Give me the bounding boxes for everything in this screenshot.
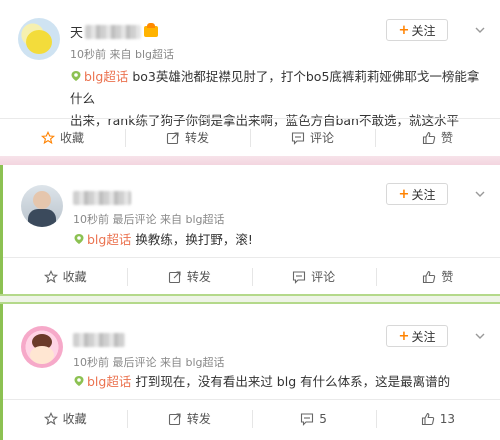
like-label: 赞 xyxy=(441,270,454,284)
star-icon xyxy=(43,269,58,283)
topic-label: blg超话 xyxy=(84,69,129,84)
comment-button[interactable]: 评论 xyxy=(250,119,375,156)
follow-label: 关注 xyxy=(411,329,436,344)
weibo-feed: 天 10秒前 来自 blg超话 + 关注 blg超话 bo3英雄池都捉襟见肘了，… xyxy=(0,0,500,440)
post-time[interactable]: 10秒前 xyxy=(70,48,106,61)
post-content: blg超话 换教练，换打野，滚! xyxy=(73,229,482,251)
post-time[interactable]: 10秒前 xyxy=(73,213,109,226)
post-meta: 10秒前 最后评论 来自 blg超话 xyxy=(73,354,225,370)
comment-icon xyxy=(293,270,306,284)
plus-icon: + xyxy=(398,186,410,202)
chevron-down-icon[interactable] xyxy=(474,24,486,36)
comment-count: 5 xyxy=(319,411,327,426)
repost-icon xyxy=(168,270,181,283)
plus-icon: + xyxy=(398,328,410,344)
avatar[interactable] xyxy=(21,185,63,227)
follow-button[interactable]: + 关注 xyxy=(386,19,448,41)
vip-crown-icon xyxy=(144,23,159,37)
follow-label: 关注 xyxy=(411,187,436,202)
repost-icon xyxy=(168,412,181,425)
follow-button[interactable]: + 关注 xyxy=(386,183,448,205)
repost-label: 转发 xyxy=(186,270,211,284)
action-bar: 收藏 转发 评论 赞 xyxy=(3,257,500,295)
star-icon xyxy=(43,411,58,425)
post-card: 10秒前 最后评论 来自 blg超话 + 关注 blg超话 打到现在，没有看出来… xyxy=(0,304,500,440)
action-bar: 收藏 转发 5 13 xyxy=(3,399,500,437)
thumbs-up-icon xyxy=(421,412,434,425)
divider xyxy=(0,156,500,165)
comment-icon xyxy=(301,412,314,426)
post-time[interactable]: 10秒前 xyxy=(73,356,109,369)
topic-link[interactable]: blg超话 xyxy=(73,232,135,247)
repost-button[interactable]: 转发 xyxy=(127,400,251,437)
username-blurred xyxy=(73,332,125,347)
topic-icon xyxy=(74,234,84,244)
repost-label: 转发 xyxy=(184,131,209,145)
post-text-line1: bo3英雄池都捉襟见肘了，打个bo5底裤莉莉娅佛耶戈一榜能拿什么 xyxy=(70,69,480,106)
like-button[interactable]: 赞 xyxy=(375,119,500,156)
topic-label: blg超话 xyxy=(87,232,132,247)
username[interactable] xyxy=(73,332,125,347)
follow-button[interactable]: + 关注 xyxy=(386,325,448,347)
username[interactable]: 天 xyxy=(70,22,159,41)
topic-icon xyxy=(71,71,81,81)
username-text: 天 xyxy=(70,26,84,41)
like-count: 13 xyxy=(439,411,456,426)
collect-button[interactable]: 收藏 xyxy=(3,400,127,437)
post-source[interactable]: 来自 blg超话 xyxy=(110,48,175,61)
action-bar: 收藏 转发 评论 赞 xyxy=(0,118,500,156)
collect-label: 收藏 xyxy=(59,131,84,145)
like-label: 赞 xyxy=(440,131,453,145)
chevron-down-icon[interactable] xyxy=(474,188,486,200)
topic-label: blg超话 xyxy=(87,374,132,389)
like-button[interactable]: 赞 xyxy=(375,258,500,295)
username-blurred xyxy=(73,190,131,205)
post-source[interactable]: 最后评论 来自 blg超话 xyxy=(113,356,225,369)
topic-link[interactable]: blg超话 xyxy=(73,374,135,389)
like-button[interactable]: 13 xyxy=(375,400,500,437)
comment-button[interactable]: 5 xyxy=(251,400,376,437)
thumbs-up-icon xyxy=(422,131,436,144)
repost-button[interactable]: 转发 xyxy=(125,119,250,156)
topic-icon xyxy=(74,376,84,386)
comment-label: 评论 xyxy=(311,270,336,284)
plus-icon: + xyxy=(398,22,410,38)
collect-label: 收藏 xyxy=(62,412,87,426)
post-meta: 10秒前 来自 blg超话 xyxy=(70,46,174,62)
avatar[interactable] xyxy=(21,326,63,368)
comment-icon xyxy=(291,131,305,145)
post-source[interactable]: 最后评论 来自 blg超话 xyxy=(113,213,225,226)
repost-button[interactable]: 转发 xyxy=(127,258,251,295)
chevron-down-icon[interactable] xyxy=(474,330,486,342)
collect-button[interactable]: 收藏 xyxy=(3,258,127,295)
star-icon xyxy=(40,130,55,144)
post-text: 打到现在，没有看出来过 blg 有什么体系，这是最离谱的 xyxy=(135,374,451,389)
post-content: blg超话 打到现在，没有看出来过 blg 有什么体系，这是最离谱的 xyxy=(73,371,482,393)
comment-button[interactable]: 评论 xyxy=(251,258,376,295)
repost-label: 转发 xyxy=(186,412,211,426)
comment-label: 评论 xyxy=(309,131,334,145)
topic-link[interactable]: blg超话 xyxy=(70,69,132,84)
avatar[interactable] xyxy=(18,18,60,60)
repost-icon xyxy=(166,131,179,144)
collect-button[interactable]: 收藏 xyxy=(0,119,125,156)
post-card: 10秒前 最后评论 来自 blg超话 + 关注 blg超话 换教练，换打野，滚!… xyxy=(0,165,500,294)
post-text: 换教练，换打野，滚! xyxy=(135,232,253,247)
thumbs-up-icon xyxy=(423,270,436,283)
username-blurred xyxy=(85,24,142,39)
post-card: 天 10秒前 来自 blg超话 + 关注 blg超话 bo3英雄池都捉襟见肘了，… xyxy=(0,0,500,156)
post-meta: 10秒前 最后评论 来自 blg超话 xyxy=(73,211,225,227)
collect-label: 收藏 xyxy=(62,270,87,284)
divider xyxy=(0,294,500,304)
username[interactable] xyxy=(73,190,131,205)
follow-label: 关注 xyxy=(411,23,436,38)
